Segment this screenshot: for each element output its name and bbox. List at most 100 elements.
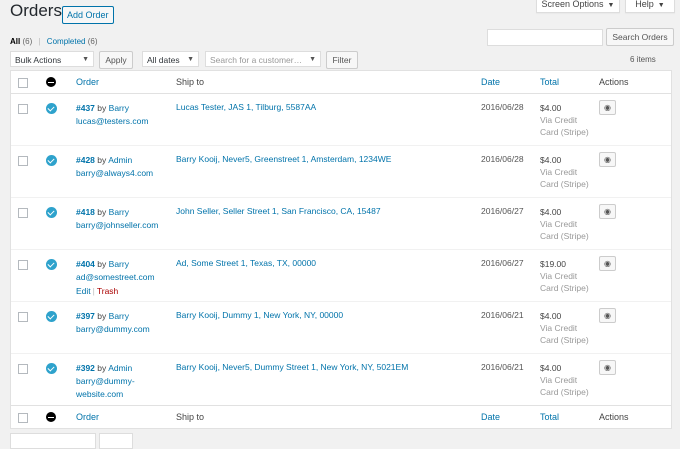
ship-to-link[interactable]: John Seller, Seller Street 1, San Franci… <box>176 206 381 216</box>
total-cell: $4.00 Via Credit Card (Stripe) <box>540 206 596 242</box>
total-cell: $19.00 Via Credit Card (Stripe) <box>540 258 596 294</box>
view-order-button[interactable]: ◉ <box>599 152 616 167</box>
view-order-button[interactable]: ◉ <box>599 308 616 323</box>
ship-to-link[interactable]: Barry Kooij, Never5, Greenstreet 1, Amst… <box>176 154 391 164</box>
orders-table: Order Ship to Date Total Actions #437 by… <box>10 70 672 429</box>
total-cell: $4.00 Via Credit Card (Stripe) <box>540 362 596 398</box>
row-checkbox[interactable] <box>18 208 28 218</box>
order-email-link[interactable]: barry@dummy.com <box>76 323 171 336</box>
column-date[interactable]: Date <box>481 77 500 87</box>
screen-options-label: Screen Options <box>541 0 604 9</box>
bulk-actions-select[interactable]: Bulk Actions ▼ <box>10 51 94 67</box>
edit-link[interactable]: Edit <box>76 286 91 296</box>
column-total[interactable]: Total <box>540 77 559 87</box>
payment-method: Via Credit Card (Stripe) <box>540 375 589 397</box>
order-customer-link[interactable]: Barry <box>109 259 129 269</box>
table-row: #397 by Barry barry@dummy.com Barry Kooij,… <box>11 302 671 354</box>
order-number-link[interactable]: #392 <box>76 363 95 373</box>
select-all-checkbox[interactable] <box>18 413 28 423</box>
row-checkbox[interactable] <box>18 104 28 114</box>
customer-search-input[interactable]: Search for a customer… ▼ <box>205 51 321 67</box>
bulk-actions-select-bottom[interactable] <box>10 433 96 449</box>
ship-to-link[interactable]: Barry Kooij, Dummy 1, New York, NY, 0000… <box>176 310 343 320</box>
order-date: 2016/06/21 <box>481 362 524 372</box>
ship-to-link[interactable]: Lucas Tester, JAS 1, Tilburg, 5587AA <box>176 102 316 112</box>
filter-completed-count: (6) <box>87 37 98 46</box>
filter-completed[interactable]: Completed <box>47 37 86 46</box>
order-cell: #404 by Barry ad@somestreet.com Edit | Trash <box>76 258 171 298</box>
table-row: #418 by Barry barry@johnseller.com John Se… <box>11 198 671 250</box>
filter-all-count: (6) <box>22 37 33 46</box>
minus-circle-icon <box>46 77 56 87</box>
view-order-button[interactable]: ◉ <box>599 204 616 219</box>
apply-button[interactable]: Apply <box>99 51 133 69</box>
check-circle-icon <box>46 103 57 114</box>
check-circle-icon <box>46 259 57 270</box>
order-customer-link[interactable]: Admin <box>108 363 132 373</box>
column-order[interactable]: Order <box>76 77 99 87</box>
filter-all[interactable]: All <box>10 37 20 46</box>
order-by: by <box>97 207 107 217</box>
order-cell: #428 by Admin barry@always4.com <box>76 154 171 180</box>
row-checkbox[interactable] <box>18 156 28 166</box>
order-customer-link[interactable]: Barry <box>109 103 129 113</box>
row-checkbox[interactable] <box>18 312 28 322</box>
total-cell: $4.00 Via Credit Card (Stripe) <box>540 154 596 190</box>
order-by: by <box>97 363 107 373</box>
row-actions-separator: | <box>92 286 95 296</box>
table-row: #404 by Barry ad@somestreet.com Edit | Trash… <box>11 250 671 302</box>
filter-button[interactable]: Filter <box>326 51 358 69</box>
view-order-button[interactable]: ◉ <box>599 360 616 375</box>
add-order-button[interactable]: Add Order <box>62 6 114 24</box>
order-number-link[interactable]: #418 <box>76 207 95 217</box>
caret-down-icon: ▼ <box>607 2 615 9</box>
order-number-link[interactable]: #397 <box>76 311 95 321</box>
apply-button-bottom[interactable] <box>99 433 133 449</box>
order-email-link[interactable]: barry@always4.com <box>76 167 171 180</box>
order-total: $4.00 <box>540 311 562 321</box>
order-customer-link[interactable]: Barry <box>109 311 129 321</box>
table-row: #392 by Admin barry@dummy-website.com Barr… <box>11 354 671 405</box>
search-input[interactable] <box>487 29 603 46</box>
view-order-button[interactable]: ◉ <box>599 256 616 271</box>
order-customer-link[interactable]: Barry <box>109 207 129 217</box>
minus-circle-icon <box>46 412 56 422</box>
caret-down-icon: ▼ <box>657 2 665 9</box>
search-orders-button[interactable]: Search Orders <box>606 28 674 46</box>
date-filter-select[interactable]: All dates ▼ <box>142 51 199 67</box>
check-circle-icon <box>46 155 57 166</box>
trash-link[interactable]: Trash <box>97 286 118 296</box>
ship-to-link[interactable]: Ad, Some Street 1, Texas, TX, 00000 <box>176 258 316 268</box>
row-checkbox[interactable] <box>18 260 28 270</box>
column-date[interactable]: Date <box>481 412 500 422</box>
order-email-link[interactable]: barry@dummy-website.com <box>76 375 171 401</box>
column-total[interactable]: Total <box>540 412 559 422</box>
eye-icon: ◉ <box>604 259 611 268</box>
order-total: $4.00 <box>540 363 562 373</box>
eye-icon: ◉ <box>604 311 611 320</box>
table-footer: Order Ship to Date Total Actions <box>11 405 671 428</box>
order-email-link[interactable]: barry@johnseller.com <box>76 219 171 232</box>
eye-icon: ◉ <box>604 103 611 112</box>
order-cell: #437 by Barry lucas@testers.com <box>76 102 171 128</box>
help-button[interactable]: Help ▼ <box>625 0 675 13</box>
select-all-checkbox[interactable] <box>18 78 28 88</box>
row-checkbox[interactable] <box>18 364 28 374</box>
order-customer-link[interactable]: Admin <box>108 155 132 165</box>
order-email-link[interactable]: ad@somestreet.com <box>76 271 171 284</box>
bulk-actions-label: Bulk Actions <box>15 55 62 65</box>
ship-to-link[interactable]: Barry Kooij, Never5, Dummy Street 1, New… <box>176 362 408 372</box>
payment-method: Via Credit Card (Stripe) <box>540 219 589 241</box>
column-order[interactable]: Order <box>76 412 99 422</box>
caret-down-icon: ▼ <box>187 56 194 63</box>
order-number-link[interactable]: #437 <box>76 103 95 113</box>
order-by: by <box>97 311 107 321</box>
order-number-link[interactable]: #428 <box>76 155 95 165</box>
view-order-button[interactable]: ◉ <box>599 100 616 115</box>
order-by: by <box>97 103 107 113</box>
screen-options-button[interactable]: Screen Options ▼ <box>536 0 620 13</box>
order-email-link[interactable]: lucas@testers.com <box>76 115 171 128</box>
eye-icon: ◉ <box>604 155 611 164</box>
order-number-link[interactable]: #404 <box>76 259 95 269</box>
column-ship-to: Ship to <box>176 77 205 87</box>
